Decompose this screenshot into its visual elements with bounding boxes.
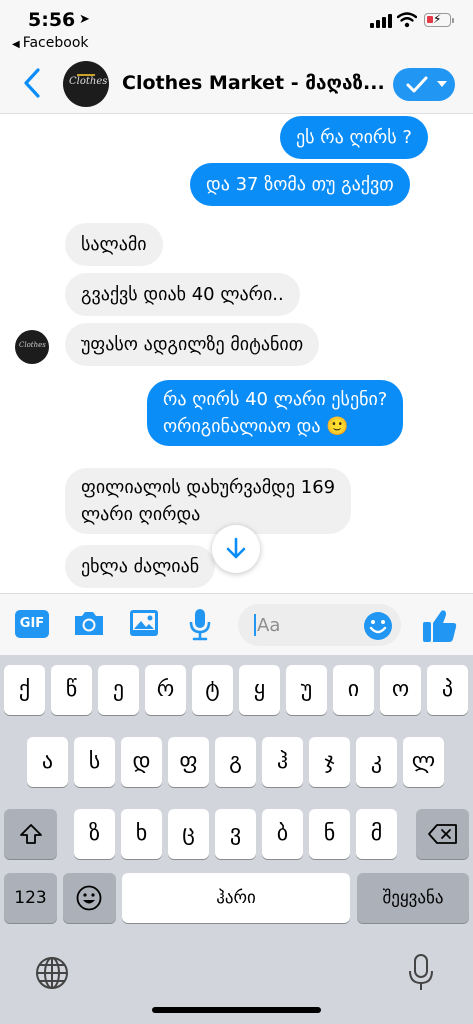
avatar-logo-text: Clothes: [69, 76, 108, 87]
message-bubble-incoming[interactable]: ფილიალის დახურვამდე 169 ლარი ღირდა: [65, 468, 352, 534]
message-list[interactable]: ეს რა ღირს ? და 37 ზომა თუ გაქვთ სალამი …: [0, 115, 473, 593]
letter-key[interactable]: რ: [145, 665, 186, 715]
letter-key[interactable]: ნ: [309, 809, 350, 859]
back-chevron-icon[interactable]: [20, 66, 46, 100]
emoji-icon[interactable]: [363, 611, 393, 641]
letter-key[interactable]: დ: [121, 737, 162, 787]
status-time: 5:56: [28, 9, 76, 31]
letter-key[interactable]: ლ: [403, 737, 444, 787]
message-bubble-incoming[interactable]: ეხლა ძალიან: [65, 545, 216, 588]
letter-key[interactable]: ა: [27, 737, 68, 787]
home-indicator: [152, 1007, 321, 1013]
camera-icon[interactable]: [72, 608, 106, 638]
back-to-app-link[interactable]: ◀ Facebook: [12, 35, 89, 51]
globe-icon[interactable]: [34, 955, 70, 991]
shift-key[interactable]: [4, 809, 57, 859]
dropdown-caret-icon: [437, 81, 447, 87]
letter-key[interactable]: ზ: [74, 809, 115, 859]
gif-button[interactable]: GIF: [15, 610, 49, 638]
message-input[interactable]: [257, 612, 357, 638]
page-avatar[interactable]: Clothes: [63, 61, 109, 107]
letter-key[interactable]: ყ: [239, 665, 280, 715]
backspace-icon: [428, 824, 457, 844]
letter-key[interactable]: ტ: [192, 665, 233, 715]
status-bar: 5:56 ➤ ◀ Facebook ⚡: [0, 0, 473, 54]
back-triangle-icon: ◀: [12, 39, 20, 50]
mark-done-button[interactable]: [393, 68, 455, 101]
return-key[interactable]: შეყვანა: [357, 873, 469, 923]
back-app-label: Facebook: [22, 35, 89, 51]
message-bubble-incoming[interactable]: სალამი: [65, 223, 163, 266]
shift-arrow-icon: [20, 824, 42, 844]
letter-key[interactable]: წ: [51, 665, 92, 715]
dictation-mic-icon[interactable]: [407, 953, 435, 993]
letter-key[interactable]: ბ: [262, 809, 303, 859]
letter-key[interactable]: კ: [356, 737, 397, 787]
arrow-down-icon: [226, 537, 246, 559]
battery-icon: ⚡: [424, 12, 451, 27]
letter-key[interactable]: გ: [215, 737, 256, 787]
checkmark-icon: [406, 76, 428, 93]
message-bubble-outgoing[interactable]: ეს რა ღირს ?: [280, 116, 428, 159]
letter-key[interactable]: ფ: [168, 737, 209, 787]
message-bubble-outgoing[interactable]: რა ღირს 40 ლარი ესენი? ორიგინალიაო და 🙂: [147, 380, 404, 446]
letter-key[interactable]: ი: [333, 665, 374, 715]
space-key[interactable]: ჰარი: [122, 873, 350, 923]
scroll-to-bottom-button[interactable]: [212, 525, 260, 573]
message-bubble-incoming[interactable]: უფასო ადგილზე მიტანით: [65, 323, 320, 366]
emoji-keyboard-icon: [76, 885, 102, 911]
location-arrow-icon: ➤: [79, 12, 90, 27]
cellular-signal-icon: [370, 14, 392, 28]
keyboard: ქწერტყუიოპ ასდფგჰჯკლ ზხცვბნმ 123 ჰარი შე…: [0, 655, 473, 1024]
letter-key[interactable]: უ: [286, 665, 327, 715]
letter-key[interactable]: ს: [74, 737, 115, 787]
wifi-icon: [397, 12, 417, 28]
backspace-key[interactable]: [416, 809, 469, 859]
messenger-screen: 5:56 ➤ ◀ Facebook ⚡ Clothes Clothes Mark…: [0, 0, 473, 1024]
chat-header: Clothes Clothes Market - მაღაზ...: [0, 54, 473, 114]
letter-key[interactable]: ც: [168, 809, 209, 859]
message-composer: GIF: [0, 593, 473, 655]
letter-key[interactable]: პ: [427, 665, 468, 715]
letter-key[interactable]: ჯ: [309, 737, 350, 787]
charging-bolt-icon: ⚡: [433, 12, 442, 26]
letter-key[interactable]: ქ: [4, 665, 45, 715]
emoji-keyboard-key[interactable]: [63, 873, 116, 923]
letter-key[interactable]: ვ: [215, 809, 256, 859]
numbers-key[interactable]: 123: [4, 873, 57, 923]
thumbs-up-icon[interactable]: [421, 606, 459, 644]
letter-key[interactable]: მ: [356, 809, 397, 859]
photo-gallery-icon[interactable]: [128, 608, 160, 638]
chat-title[interactable]: Clothes Market - მაღაზ...: [122, 72, 384, 94]
microphone-icon[interactable]: [186, 607, 214, 641]
message-bubble-incoming[interactable]: გვაქვს დიახ 40 ლარი..: [65, 273, 300, 316]
letter-key[interactable]: ო: [380, 665, 421, 715]
letter-key[interactable]: ხ: [121, 809, 162, 859]
letter-key[interactable]: ე: [98, 665, 139, 715]
sender-avatar[interactable]: Clothes: [15, 330, 49, 364]
message-bubble-outgoing[interactable]: და 37 ზომა თუ გაქვთ: [190, 163, 410, 206]
letter-key[interactable]: ჰ: [262, 737, 303, 787]
